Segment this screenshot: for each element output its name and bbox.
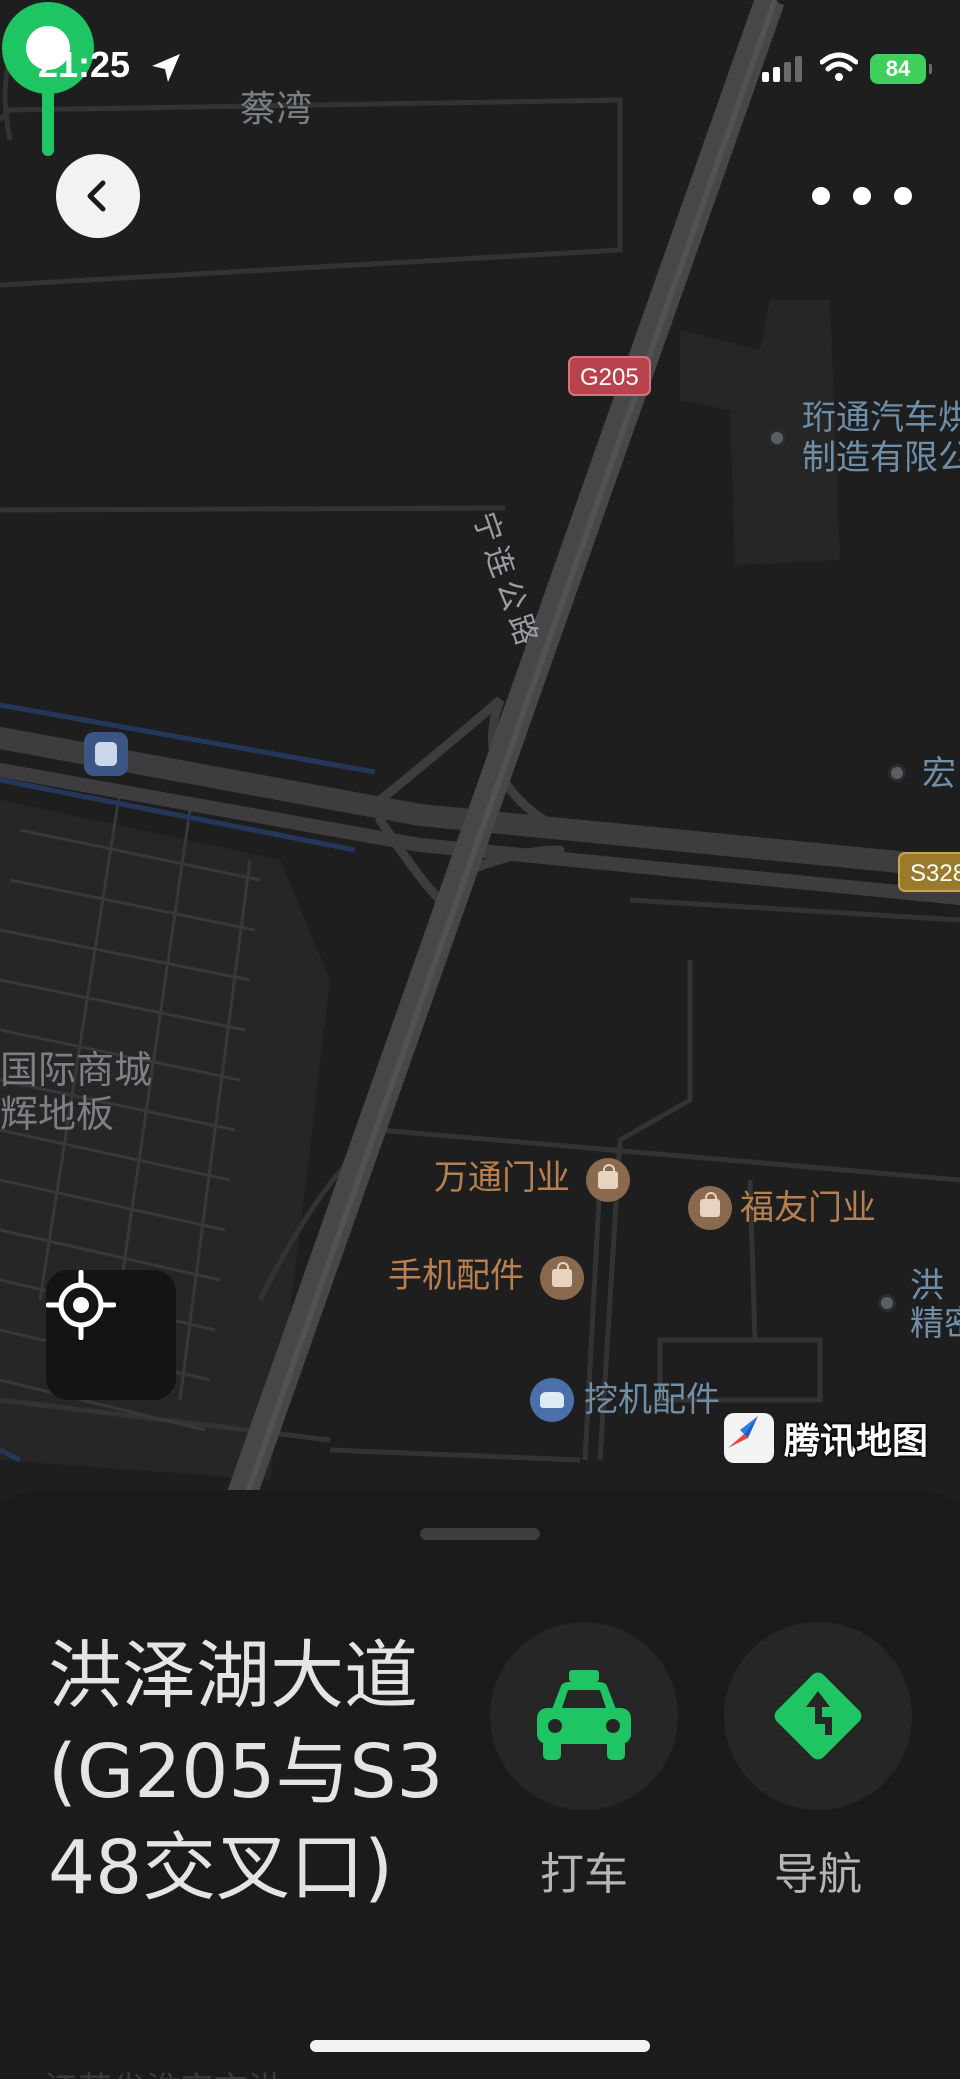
place-name: 洪泽湖大道(G205与S348交叉口) [48,1633,444,1911]
sheet-drag-handle[interactable] [420,1528,540,1540]
right-poi-dot[interactable] [888,764,906,782]
taxi-icon [537,1670,631,1760]
more-button[interactable] [812,176,912,216]
map-label-mall-1[interactable]: 国际商城 [0,1049,152,1092]
locate-button[interactable] [46,1270,176,1400]
home-indicator[interactable] [310,2040,650,2052]
shield-s328: S328 [898,852,960,892]
map-label-right-poi[interactable]: 宏 [922,755,956,793]
taxi-label: 打车 [540,1849,628,1900]
brand-text: 腾讯地图 [784,1421,929,1462]
location-arrow-icon [152,54,180,82]
car-service-icon[interactable] [530,1378,574,1422]
taxi-button[interactable]: 打车 [490,1622,678,1902]
battery-icon: 84 [870,54,932,84]
map-label-shop-1[interactable]: 万通门业 [434,1159,570,1197]
map-label-company-1[interactable]: 珩通汽车烘 [802,399,960,437]
signal-icon [762,56,802,82]
shop-icon[interactable] [586,1158,630,1202]
locate-icon [46,1270,116,1340]
navigation-icon [774,1672,862,1760]
shop-icon[interactable] [540,1256,584,1300]
map-label-shop-3[interactable]: 手机配件 [388,1257,524,1295]
bus-stop-icon[interactable] [84,732,128,776]
map-label-service[interactable]: 挖机配件 [584,1381,720,1419]
navigate-label: 导航 [774,1849,862,1900]
map-label-mall-2[interactable]: 辉地板 [0,1093,114,1136]
navigate-button[interactable]: 导航 [724,1622,912,1902]
map-brand: 腾讯地图 [724,1412,928,1464]
shield-g205: G205 [568,356,651,396]
map-label-right-poi2-2[interactable]: 精密 [910,1305,960,1343]
right-poi2-dot[interactable] [878,1294,896,1312]
map-label-right-poi2-1[interactable]: 洪 [910,1267,944,1305]
map-label-company-2[interactable]: 制造有限公 [802,439,960,477]
back-icon [87,180,106,212]
more-icon [812,187,830,205]
back-button[interactable] [56,154,140,238]
map-label-shop-2[interactable]: 福友门业 [740,1189,876,1227]
company-poi-dot[interactable] [768,429,786,447]
wifi-icon [820,52,858,81]
status-time: 21:25 [38,44,131,85]
tencent-map-logo-icon [724,1413,774,1463]
battery-level: 84 [885,56,911,81]
map-label-village: 蔡湾 [240,89,313,130]
shop-icon[interactable] [688,1186,732,1230]
address-partial: 江苏省淮安市洪 [44,2062,282,2079]
map-view[interactable]: 蔡湾 珩通汽车烘 制造有限公 宁连公路 G205 S328 宏 国际商城 辉地板… [0,0,960,1500]
